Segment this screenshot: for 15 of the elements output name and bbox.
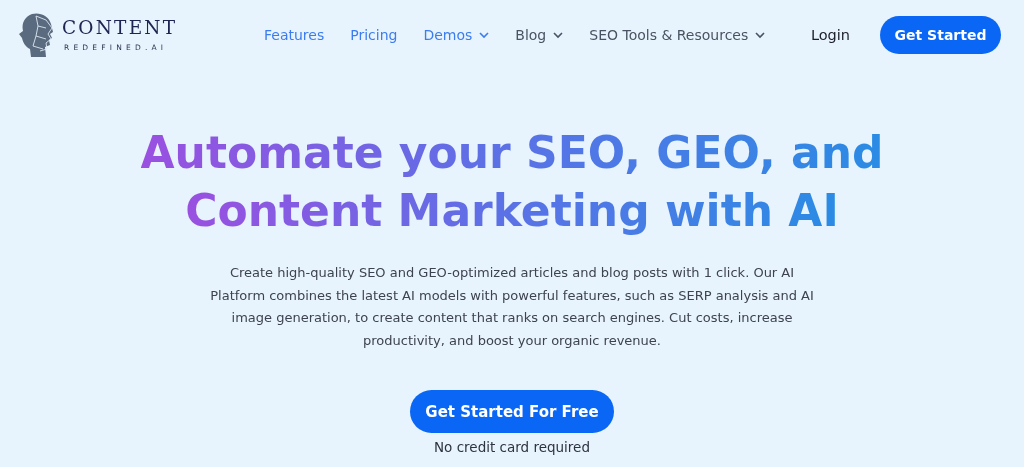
nav-link[interactable]: Demos: [423, 27, 490, 43]
login-link[interactable]: Login: [810, 27, 850, 43]
caret-icon: [553, 31, 564, 39]
logo-icon: [18, 11, 56, 59]
caret-icon: [479, 31, 490, 39]
no-credit-card-note: No credit card required: [434, 439, 590, 455]
hero-description: Create high-quality SEO and GEO-optimized articles and blog posts with 1 click. Our AI Platform combines the latest AI models with powerful features, such as SERP analysis and AI image generation, to create content that ranks on search engines. Cut costs, increase productivity, and boost your organic revenue.: [209, 264, 815, 350]
nav-link[interactable]: Pricing: [350, 27, 398, 43]
nav-link[interactable]: Blog: [515, 27, 564, 43]
caret-icon: [755, 31, 766, 39]
logo-name: CONTENT: [62, 19, 178, 38]
get-started-button[interactable]: Get Started: [880, 16, 1001, 54]
get-started-free-button[interactable]: Get Started For Free: [410, 390, 614, 433]
nav-link[interactable]: Features: [264, 27, 325, 43]
nav-link[interactable]: SEO Tools & Resources: [589, 27, 766, 43]
